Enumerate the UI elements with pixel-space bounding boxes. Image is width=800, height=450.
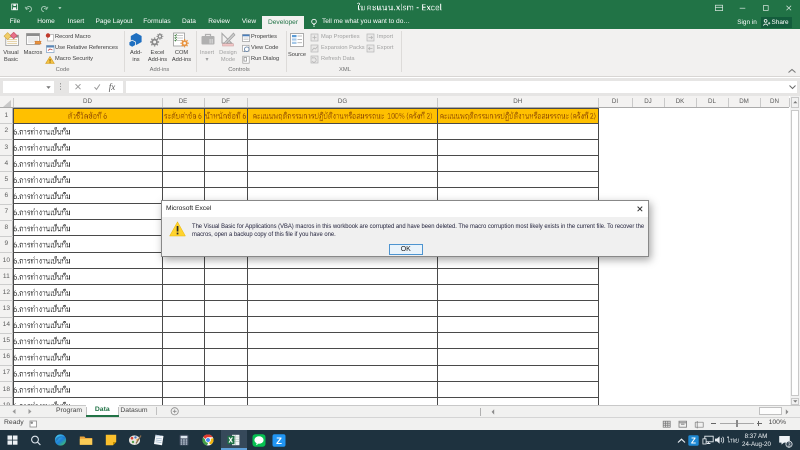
svg-text:3: 3 [787,442,790,448]
svg-text:fx: fx [108,82,114,92]
svg-text:Z: Z [276,436,282,447]
svg-text:Z: Z [691,436,696,445]
